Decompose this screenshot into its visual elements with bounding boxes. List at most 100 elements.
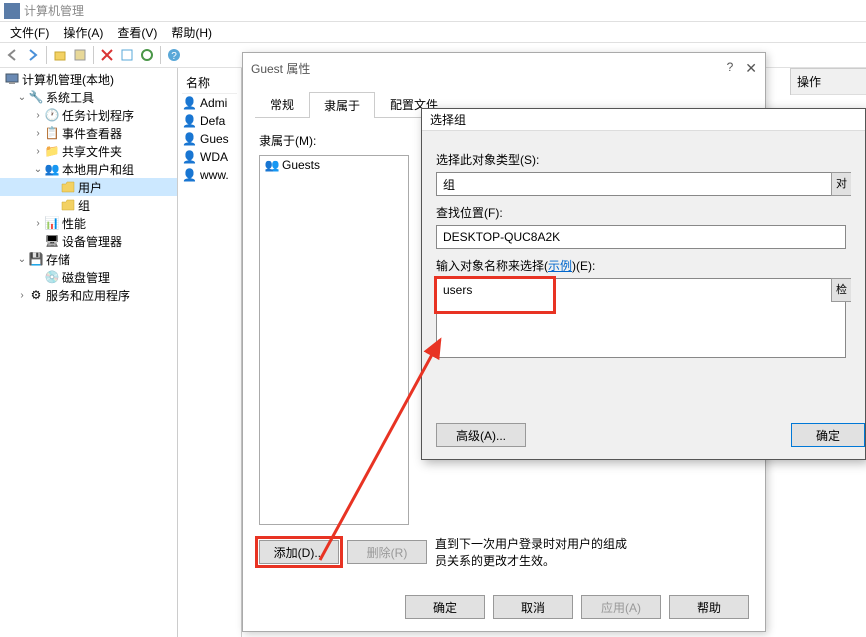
select-group-dialog: 选择组 选择此对象类型(S): 对 查找位置(F): 输入对象名称来选择(示例)…: [421, 108, 866, 460]
expand-icon[interactable]: ›: [32, 146, 44, 157]
tree-label: 本地用户和组: [62, 161, 134, 178]
tree-users[interactable]: 用户: [0, 178, 177, 196]
tree-system-tools[interactable]: ⌄🔧系统工具: [0, 88, 177, 106]
properties-icon[interactable]: [71, 46, 89, 64]
tree-local-users-groups[interactable]: ⌄👥本地用户和组: [0, 160, 177, 178]
dialog-title-bar[interactable]: Guest 属性 ? ✕: [243, 53, 765, 83]
expand-icon[interactable]: ›: [32, 110, 44, 121]
tree-label: 组: [78, 197, 90, 214]
tree-root-label: 计算机管理(本地): [22, 71, 114, 88]
perf-icon: 📊: [44, 216, 60, 230]
add-button[interactable]: 添加(D)...: [259, 540, 339, 564]
expand-icon[interactable]: ›: [32, 128, 44, 139]
tree-device-manager[interactable]: 🖥设备管理器: [0, 232, 177, 250]
tree-groups[interactable]: 组: [0, 196, 177, 214]
service-icon: ⚙: [28, 288, 44, 302]
cancel-button[interactable]: 取消: [493, 595, 573, 619]
tree-storage[interactable]: ⌄💾存储: [0, 250, 177, 268]
tree-event-viewer[interactable]: ›📋事件查看器: [0, 124, 177, 142]
expand-icon[interactable]: ›: [16, 290, 28, 301]
menu-help[interactable]: 帮助(H): [165, 22, 218, 43]
example-link[interactable]: 示例: [548, 259, 572, 273]
svg-text:?: ?: [171, 51, 177, 62]
user-name: Gues: [200, 132, 229, 146]
object-types-button[interactable]: 对: [831, 172, 851, 196]
tree-label: 设备管理器: [62, 233, 122, 250]
object-names-input[interactable]: [436, 278, 554, 312]
location-field[interactable]: [436, 225, 846, 249]
refresh-icon[interactable]: [138, 46, 156, 64]
location-label: 查找位置(F):: [436, 204, 851, 221]
list-item[interactable]: 👤Admi: [182, 94, 237, 112]
tree-label: 性能: [62, 215, 86, 232]
delete-icon[interactable]: [98, 46, 116, 64]
help-icon[interactable]: ?: [165, 46, 183, 64]
user-icon: 👤: [182, 96, 198, 110]
folder-icon: [60, 180, 76, 194]
close-icon[interactable]: ✕: [745, 60, 757, 77]
tree-label: 用户: [78, 179, 102, 196]
actions-panel: 操作: [790, 68, 866, 95]
export-icon[interactable]: [118, 46, 136, 64]
user-icon: 👤: [182, 150, 198, 164]
share-icon: 📁: [44, 144, 60, 158]
advanced-button[interactable]: 高级(A)...: [436, 423, 526, 447]
tree-performance[interactable]: ›📊性能: [0, 214, 177, 232]
storage-icon: 💾: [28, 252, 44, 266]
tree-root[interactable]: 计算机管理(本地): [0, 70, 177, 88]
title-bar: 计算机管理: [0, 0, 866, 22]
list-item[interactable]: 👤Defa: [182, 112, 237, 130]
group-name: Guests: [282, 158, 320, 172]
menu-action[interactable]: 操作(A): [57, 22, 109, 43]
tree-label: 磁盘管理: [62, 269, 110, 286]
user-list-panel: 名称 👤Admi 👤Defa 👤Gues 👤WDA 👤www.: [178, 68, 242, 637]
users-icon: 👥: [44, 162, 60, 176]
tab-member-of[interactable]: 隶属于: [309, 92, 375, 118]
list-item[interactable]: 👤Gues: [182, 130, 237, 148]
expand-icon[interactable]: ›: [32, 218, 44, 229]
tab-general[interactable]: 常规: [255, 91, 309, 117]
menu-view[interactable]: 查看(V): [111, 22, 163, 43]
list-item[interactable]: 👤www.: [182, 166, 237, 184]
user-icon: 👤: [182, 132, 198, 146]
tree-disk-management[interactable]: 💿磁盘管理: [0, 268, 177, 286]
check-names-button[interactable]: 检: [831, 278, 851, 302]
ok-button[interactable]: 确定: [791, 423, 865, 447]
forward-icon[interactable]: [24, 46, 42, 64]
collapse-icon[interactable]: ⌄: [32, 164, 44, 175]
group-item[interactable]: 👥 Guests: [260, 156, 408, 174]
user-name: WDA: [200, 150, 228, 164]
tree-task-scheduler[interactable]: ›🕐任务计划程序: [0, 106, 177, 124]
object-type-field[interactable]: [436, 172, 846, 196]
member-of-list[interactable]: 👥 Guests: [259, 155, 409, 525]
event-icon: 📋: [44, 126, 60, 140]
select-dialog-title[interactable]: 选择组: [422, 109, 865, 131]
ok-button[interactable]: 确定: [405, 595, 485, 619]
dialog-footer: 确定 取消 应用(A) 帮助: [243, 595, 765, 619]
tree-services-apps[interactable]: ›⚙服务和应用程序: [0, 286, 177, 304]
menu-file[interactable]: 文件(F): [4, 22, 55, 43]
list-header-name[interactable]: 名称: [182, 72, 237, 94]
apply-button[interactable]: 应用(A): [581, 595, 661, 619]
tree-panel[interactable]: 计算机管理(本地) ⌄🔧系统工具 ›🕐任务计划程序 ›📋事件查看器 ›📁共享文件…: [0, 68, 178, 637]
tree-label: 服务和应用程序: [46, 287, 130, 304]
tree-shared-folders[interactable]: ›📁共享文件夹: [0, 142, 177, 160]
list-item[interactable]: 👤WDA: [182, 148, 237, 166]
help-button[interactable]: 帮助: [669, 595, 749, 619]
collapse-icon[interactable]: ⌄: [16, 92, 28, 103]
help-button[interactable]: ?: [727, 60, 734, 77]
menu-bar: 文件(F) 操作(A) 查看(V) 帮助(H): [0, 22, 866, 42]
collapse-icon[interactable]: ⌄: [16, 254, 28, 265]
tree-label: 任务计划程序: [62, 107, 134, 124]
clock-icon: 🕐: [44, 108, 60, 122]
device-icon: 🖥: [44, 234, 60, 248]
tools-icon: 🔧: [28, 90, 44, 104]
back-icon[interactable]: [4, 46, 22, 64]
disk-icon: 💿: [44, 270, 60, 284]
up-icon[interactable]: [51, 46, 69, 64]
tree-label: 事件查看器: [62, 125, 122, 142]
user-name: Defa: [200, 114, 225, 128]
remove-button[interactable]: 删除(R): [347, 540, 427, 564]
tree-label: 系统工具: [46, 89, 94, 106]
user-icon: 👤: [182, 114, 198, 128]
